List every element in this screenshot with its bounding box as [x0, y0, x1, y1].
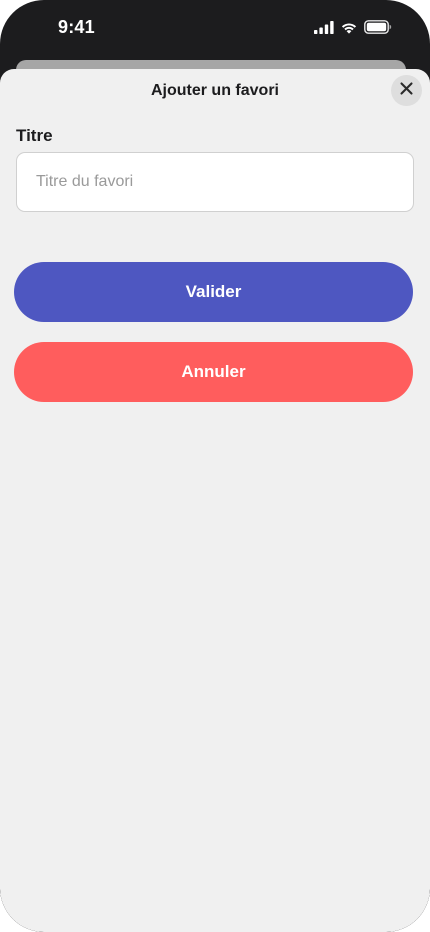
validate-button[interactable]: Valider — [14, 262, 413, 322]
status-bar: 9:41 — [0, 0, 430, 58]
title-input[interactable] — [16, 152, 414, 212]
battery-icon — [364, 20, 392, 34]
close-button[interactable] — [391, 75, 422, 106]
status-icons — [314, 20, 392, 34]
sheet-title: Ajouter un favori — [150, 82, 279, 99]
wifi-icon — [340, 21, 358, 34]
cancel-button[interactable]: Annuler — [14, 342, 413, 402]
add-favorite-sheet: Ajouter un favori Titre Valider Annuler — [0, 69, 430, 932]
phone-screen: 9:41 Ajouter un favori Titre Titre du fa… — [0, 0, 430, 932]
title-field-label: Titre — [16, 126, 53, 145]
close-icon — [400, 81, 413, 100]
status-time: 9:41 — [58, 17, 95, 37]
cellular-signal-icon — [314, 20, 334, 34]
